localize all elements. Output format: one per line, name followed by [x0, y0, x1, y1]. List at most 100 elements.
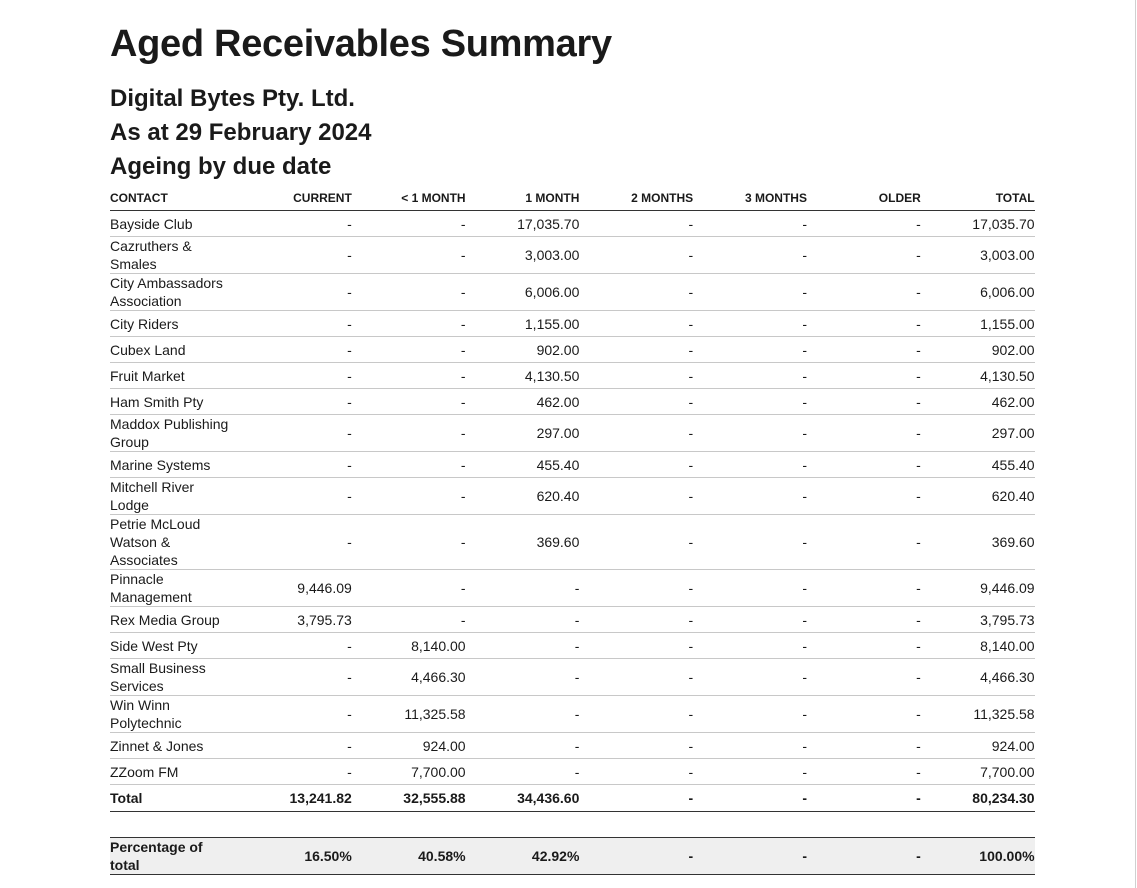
amount-cell: - [579, 758, 694, 785]
amount-cell: - [579, 236, 694, 274]
amount-cell: - [351, 273, 466, 311]
amount-cell: - [579, 210, 694, 237]
amount-cell: - [579, 658, 694, 696]
amount-cell: - [579, 310, 694, 337]
amount-cell: 4,466.30 [351, 658, 466, 696]
contact-name[interactable]: Side West Pty [110, 632, 238, 659]
amount-cell: 7,700.00 [920, 758, 1035, 785]
amount-cell: - [238, 362, 352, 389]
receivables-table: CONTACT CURRENT < 1 MONTH 1 MONTH 2 MONT… [110, 190, 1035, 875]
contact-name[interactable]: ZZoom FM [110, 758, 238, 785]
amount-cell: - [693, 477, 807, 515]
amount-cell: 462.00 [920, 388, 1035, 415]
amount-cell: - [351, 414, 466, 452]
amount-cell: 369.60 [920, 514, 1035, 570]
total-cell: 32,555.88 [351, 784, 466, 812]
amount-cell: - [351, 362, 466, 389]
table-row: Mitchell River Lodge - -620.40- - -620.40 [110, 477, 1035, 515]
amount-cell: - [693, 758, 807, 785]
amount-cell: 3,003.00 [920, 236, 1035, 274]
percentage-cell: 42.92% [465, 837, 580, 875]
amount-cell: - [579, 336, 694, 363]
contact-name[interactable]: Zinnet & Jones [110, 732, 238, 759]
amount-cell: - [693, 695, 807, 733]
contact-name[interactable]: Rex Media Group [110, 606, 238, 633]
amount-cell: - [351, 514, 466, 570]
total-cell: - [579, 784, 694, 812]
amount-cell: - [693, 336, 807, 363]
amount-cell: - [238, 310, 352, 337]
percentage-cell: 100.00% [920, 837, 1035, 875]
amount-cell: 7,700.00 [351, 758, 466, 785]
amount-cell: 6,006.00 [465, 273, 580, 311]
amount-cell: - [806, 310, 921, 337]
amount-cell: 369.60 [465, 514, 580, 570]
amount-cell: 3,795.73 [238, 606, 352, 633]
amount-cell: - [806, 606, 921, 633]
contact-name[interactable]: City Riders [110, 310, 238, 337]
amount-cell: - [806, 388, 921, 415]
amount-cell: - [238, 758, 352, 785]
amount-cell: 924.00 [351, 732, 466, 759]
amount-cell: - [693, 362, 807, 389]
contact-name[interactable]: Ham Smith Pty [110, 388, 238, 415]
amount-cell: 924.00 [920, 732, 1035, 759]
table-row: Maddox Publishing Group - -297.00- - -297.00 [110, 414, 1035, 452]
contact-name[interactable]: Small Business Services [110, 658, 238, 696]
amount-cell: - [351, 606, 466, 633]
amount-cell: - [351, 310, 466, 337]
contact-name[interactable]: Marine Systems [110, 451, 238, 478]
amount-cell: 902.00 [920, 336, 1035, 363]
total-cell: 13,241.82 [238, 784, 352, 812]
table-row: Petrie McLoud Watson & Associates - -369.6… [110, 514, 1035, 570]
contact-name[interactable]: Win Winn Polytechnic [110, 695, 238, 733]
amount-cell: 17,035.70 [465, 210, 580, 237]
spacer-row [110, 812, 1035, 838]
amount-cell: - [238, 451, 352, 478]
amount-cell: - [465, 758, 580, 785]
amount-cell: 3,003.00 [465, 236, 580, 274]
amount-cell: 455.40 [465, 451, 580, 478]
amount-cell: 462.00 [465, 388, 580, 415]
table-row: Marine Systems - -455.40- - -455.40 [110, 451, 1035, 478]
amount-cell: - [465, 569, 580, 607]
amount-cell: - [579, 632, 694, 659]
contact-name[interactable]: Fruit Market [110, 362, 238, 389]
amount-cell: - [238, 695, 352, 733]
table-row: Side West Pty -8,140.00- - - -8,140.00 [110, 632, 1035, 659]
percentage-cell: - [806, 837, 921, 875]
amount-cell: 620.40 [920, 477, 1035, 515]
contact-name[interactable]: Mitchell River Lodge [110, 477, 238, 515]
percentage-cell: - [693, 837, 807, 875]
amount-cell: - [238, 273, 352, 311]
amount-cell: - [693, 514, 807, 570]
percentage-cell: - [579, 837, 694, 875]
amount-cell: 1,155.00 [920, 310, 1035, 337]
contact-name[interactable]: Cubex Land [110, 336, 238, 363]
contact-name[interactable]: Bayside Club [110, 210, 238, 237]
contact-name[interactable]: City Ambassadors Association [110, 273, 238, 311]
table-row: City Riders - -1,155.00- - -1,155.00 [110, 310, 1035, 337]
amount-cell: - [465, 632, 580, 659]
amount-cell: 3,795.73 [920, 606, 1035, 633]
amount-cell: - [579, 451, 694, 478]
column-header-total: TOTAL [920, 190, 1035, 211]
table-row: Bayside Club - -17,035.70- - -17,035.70 [110, 210, 1035, 237]
amount-cell: 902.00 [465, 336, 580, 363]
contact-name[interactable]: Petrie McLoud Watson & Associates [110, 514, 238, 570]
amount-cell: - [579, 414, 694, 452]
amount-cell: 4,466.30 [920, 658, 1035, 696]
amount-cell: - [806, 210, 921, 237]
amount-cell: 297.00 [920, 414, 1035, 452]
contact-name[interactable]: Maddox Publishing Group [110, 414, 238, 452]
amount-cell: 8,140.00 [920, 632, 1035, 659]
table-header-row: CONTACT CURRENT < 1 MONTH 1 MONTH 2 MONT… [110, 190, 1035, 211]
contact-name[interactable]: Pinnacle Management [110, 569, 238, 607]
contact-name[interactable]: Cazruthers & Smales [110, 236, 238, 274]
table-row: Ham Smith Pty - -462.00- - -462.00 [110, 388, 1035, 415]
report-subtitles: Digital Bytes Pty. Ltd. As at 29 Februar… [110, 82, 1028, 184]
ageing-basis: Ageing by due date [110, 153, 332, 180]
amount-cell: - [806, 451, 921, 478]
column-header-lt-1-month: < 1 MONTH [351, 190, 466, 211]
amount-cell: - [693, 451, 807, 478]
